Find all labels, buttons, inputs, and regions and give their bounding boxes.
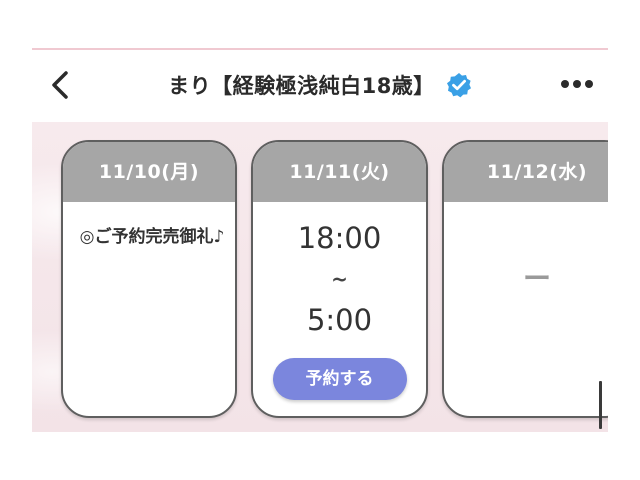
start-time: 18:00: [297, 221, 382, 255]
verified-badge-icon: [446, 73, 471, 98]
schedule-date-label: 11/12(水): [444, 142, 608, 202]
schedule-card-day-3: 11/12(水) ー: [442, 140, 608, 418]
more-horizontal-icon[interactable]: [560, 78, 594, 90]
schedule-date-label: 11/10(月): [63, 142, 235, 202]
no-schedule-indicator: ー: [522, 262, 551, 295]
reserve-button[interactable]: 予約する: [272, 358, 407, 400]
app-frame: まり【経験極浅純白18歳】 11/10(月) ◎ご予約完売御礼♪ 11/11(火…: [32, 48, 608, 432]
sold-out-note: ◎ご予約完売御礼♪: [79, 227, 225, 247]
end-time: 5:00: [306, 303, 373, 337]
schedule-card-day-2: 11/11(火) 18:00 ~ 5:00 予約する: [251, 140, 428, 418]
page-title: まり【経験極浅純白18歳】: [168, 74, 435, 98]
header-title-group: まり【経験極浅純白18歳】: [32, 70, 608, 100]
schedule-card-day-1: 11/10(月) ◎ご予約完売御礼♪: [61, 140, 237, 418]
header-bar: まり【経験極浅純白18歳】: [32, 50, 608, 122]
horizontal-scrollbar[interactable]: [599, 381, 602, 429]
schedule-date-label: 11/11(火): [253, 142, 426, 202]
time-separator: ~: [331, 267, 348, 291]
